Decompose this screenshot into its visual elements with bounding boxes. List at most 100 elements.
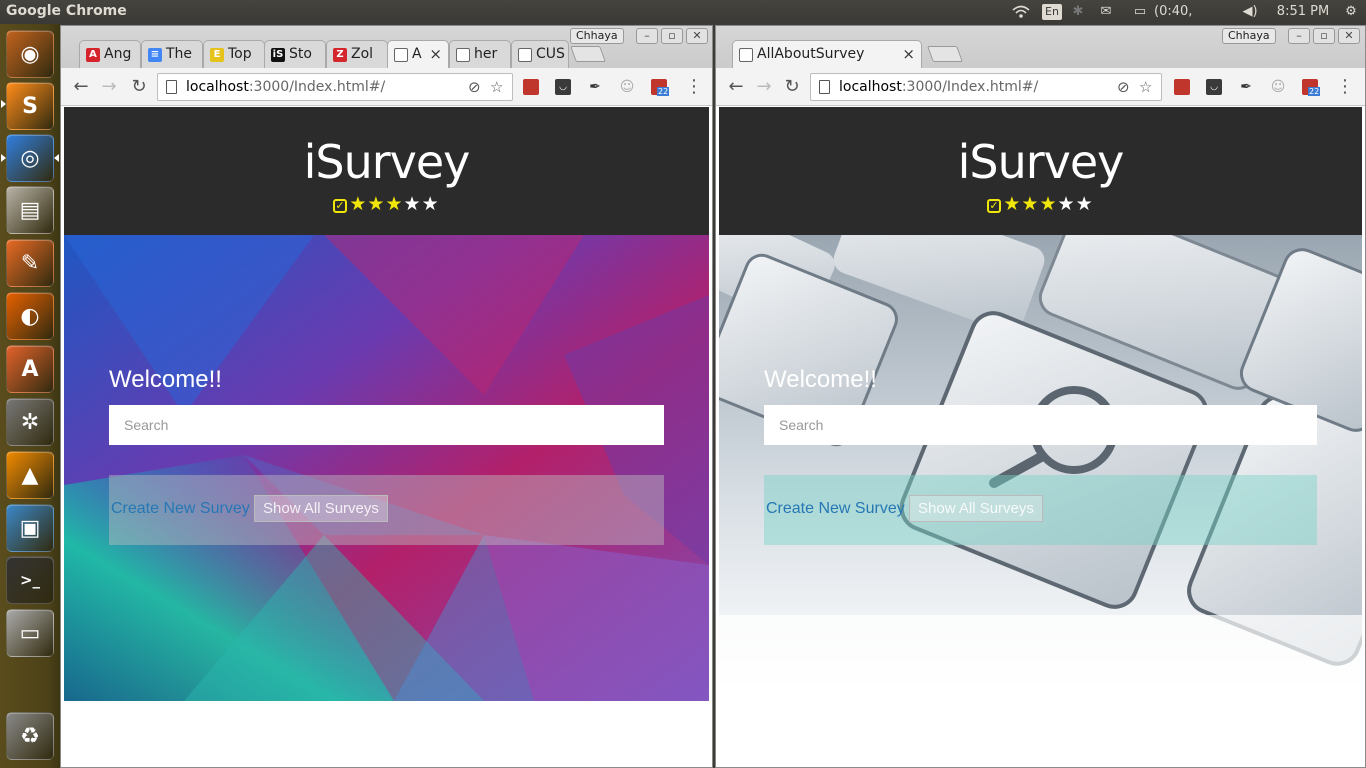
hero-section: Welcome!! Search Create New Survey Show … <box>719 235 1362 701</box>
reload-icon[interactable]: ↻ <box>127 75 151 99</box>
trash-icon[interactable]: ♻ <box>6 712 54 760</box>
close-window-button[interactable]: ✕ <box>686 28 708 44</box>
sublime-text-icon[interactable]: S <box>6 82 54 130</box>
volume-icon[interactable]: ◀) <box>1238 0 1262 24</box>
maximize-button[interactable]: ▫ <box>1313 28 1335 44</box>
terminal-icon[interactable]: >_ <box>6 556 54 604</box>
settings-gear-icon[interactable]: ⚙ <box>1340 0 1362 24</box>
chrome-menu-icon[interactable]: ⋮ <box>1336 76 1354 98</box>
chrome-window-left: A Ang ≡ The E Top iS Sto Z Zol A × her CUS Chhaya – ▫… <box>60 25 713 768</box>
image-viewer-icon[interactable]: ▣ <box>6 504 54 552</box>
address-bar[interactable]: localhost:3000/Index.html#/ ⊘ ☆ <box>810 73 1162 101</box>
search-input[interactable]: Search <box>109 405 664 445</box>
star-empty-icon: ★ <box>1075 193 1094 215</box>
profile-button[interactable]: Chhaya <box>570 28 624 44</box>
page-viewport: iSurvey ✓ ★★★★★ Welcome!! Search Create … <box>719 107 1362 767</box>
tab-5[interactable]: Z Zol <box>326 40 388 68</box>
tab-4[interactable]: iS Sto <box>264 40 326 68</box>
show-all-surveys-button[interactable]: Show All Surveys <box>909 495 1043 522</box>
firefox-icon[interactable]: ◐ <box>6 292 54 340</box>
bookmark-extension-icon[interactable] <box>523 79 539 95</box>
battery-status[interactable]: (0:40, 80%) <box>1154 0 1230 43</box>
new-tab-button[interactable] <box>570 46 606 62</box>
system-settings-icon[interactable]: ✲ <box>6 398 54 446</box>
site-logo[interactable]: iSurvey <box>64 137 709 187</box>
google-chrome-icon[interactable]: ◎ <box>6 134 54 182</box>
page-info-icon[interactable] <box>166 80 177 94</box>
star-filled-icon: ★ <box>1039 193 1058 215</box>
forward-arrow-icon[interactable]: → <box>97 75 121 99</box>
tab-favicon-icon: E <box>210 48 224 62</box>
tab-title: Zol <box>351 46 374 62</box>
disk-icon[interactable]: ▭ <box>6 609 54 657</box>
battery-icon[interactable]: ▭ <box>1126 0 1154 24</box>
tab-8[interactable]: CUS <box>511 40 569 68</box>
tab-title: Top <box>228 46 252 62</box>
tab-2[interactable]: ≡ The <box>141 40 203 68</box>
pocket-icon[interactable]: ◡ <box>555 79 571 95</box>
chrome-menu-icon[interactable]: ⋮ <box>685 76 703 98</box>
wifi-icon[interactable] <box>1010 0 1032 24</box>
star-row: ★★★★★ <box>1003 193 1093 215</box>
create-new-survey-link[interactable]: Create New Survey <box>766 500 905 518</box>
ghostery-icon[interactable]: ☺ <box>1270 79 1286 95</box>
postman-icon[interactable]: ✎ <box>6 239 54 287</box>
site-logo[interactable]: iSurvey <box>719 137 1362 187</box>
tab-title: Sto <box>289 46 312 62</box>
star-filled-icon: ★ <box>349 193 368 215</box>
files-icon[interactable]: ▤ <box>6 186 54 234</box>
eyedropper-icon[interactable]: ✒ <box>587 79 603 95</box>
keyboard-layout-label: En <box>1042 4 1062 20</box>
tab-title: AllAboutSurvey <box>757 46 865 62</box>
tab-allaboutsurvey[interactable]: AllAboutSurvey × <box>732 40 922 68</box>
forward-arrow-icon[interactable]: → <box>752 75 776 99</box>
todo-extension-icon[interactable]: 22 <box>651 79 670 96</box>
create-new-survey-link[interactable]: Create New Survey <box>111 500 250 518</box>
show-all-surveys-button[interactable]: Show All Surveys <box>254 495 388 522</box>
back-arrow-icon[interactable]: ← <box>69 75 93 99</box>
todo-extension-icon[interactable]: 22 <box>1302 79 1321 96</box>
abstract-background <box>64 235 709 701</box>
welcome-heading: Welcome!! <box>109 366 222 393</box>
clock[interactable]: 8:51 PM <box>1272 0 1334 24</box>
url-path: :3000/Index.html#/ <box>901 79 1039 95</box>
bookmark-star-icon[interactable]: ☆ <box>490 74 503 100</box>
tab-favicon-icon <box>394 48 408 62</box>
ghostery-icon[interactable]: ☺ <box>619 79 635 95</box>
eyedropper-icon[interactable]: ✒ <box>1238 79 1254 95</box>
actions-panel: Create New Survey Show All Surveys <box>764 475 1317 545</box>
software-center-icon[interactable]: A <box>6 345 54 393</box>
search-input[interactable]: Search <box>764 405 1317 445</box>
profile-button[interactable]: Chhaya <box>1222 28 1276 44</box>
tab-7[interactable]: her <box>449 40 511 68</box>
blocked-content-icon[interactable]: ⊘ <box>468 74 481 100</box>
ubuntu-top-panel: Google Chrome En ✱ ✉ ▭ (0:40, 80%) ◀) 8:… <box>0 0 1366 43</box>
address-bar[interactable]: localhost:3000/Index.html#/ ⊘ ☆ <box>157 73 513 101</box>
minimize-button[interactable]: – <box>636 28 658 44</box>
bookmark-extension-icon[interactable] <box>1174 79 1190 95</box>
new-tab-button[interactable] <box>927 46 963 62</box>
bluetooth-icon[interactable]: ✱ <box>1070 0 1086 24</box>
tab-close-icon[interactable]: × <box>902 45 915 63</box>
mail-icon[interactable]: ✉ <box>1094 0 1118 24</box>
vlc-icon[interactable]: ▲ <box>6 451 54 499</box>
maximize-button[interactable]: ▫ <box>661 28 683 44</box>
keyboard-layout-indicator[interactable]: En <box>1041 0 1063 24</box>
chrome-window-right: AllAboutSurvey × Chhaya – ▫ ✕ ← → ↻ loca… <box>715 25 1366 768</box>
close-window-button[interactable]: ✕ <box>1338 28 1360 44</box>
tab-close-icon[interactable]: × <box>429 45 442 63</box>
ubuntu-dash-icon[interactable]: ◉ <box>6 30 54 78</box>
minimize-button[interactable]: – <box>1288 28 1310 44</box>
tab-title: Ang <box>104 46 132 62</box>
running-indicator <box>1 154 6 162</box>
tab-1[interactable]: A Ang <box>79 40 141 68</box>
tab-6[interactable]: A × <box>387 40 449 68</box>
reload-icon[interactable]: ↻ <box>780 75 804 99</box>
blocked-content-icon[interactable]: ⊘ <box>1117 74 1130 100</box>
tab-favicon-icon: iS <box>271 48 285 62</box>
tab-3[interactable]: E Top <box>203 40 265 68</box>
back-arrow-icon[interactable]: ← <box>724 75 748 99</box>
page-info-icon[interactable] <box>819 80 830 94</box>
pocket-icon[interactable]: ◡ <box>1206 79 1222 95</box>
bookmark-star-icon[interactable]: ☆ <box>1139 74 1152 100</box>
